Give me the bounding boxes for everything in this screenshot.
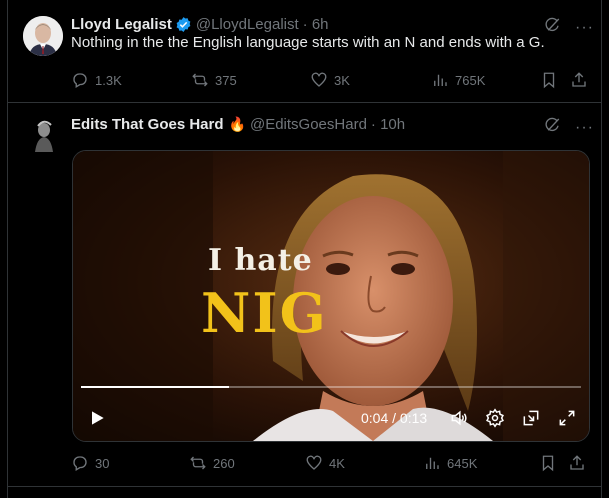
fire-emoji: 🔥: [228, 115, 246, 132]
volume-button[interactable]: [449, 408, 469, 428]
video-frame: [73, 151, 589, 441]
tweet-header: Lloyd Legalist @LloydLegalist · 6h: [71, 14, 329, 34]
settings-button[interactable]: [485, 408, 505, 428]
tweet-header: Edits That Goes Hard 🔥 @EditsGoesHard · …: [71, 114, 405, 134]
gear-icon: [486, 408, 504, 428]
reply-button[interactable]: 30: [71, 454, 109, 472]
author-handle[interactable]: @LloydLegalist: [196, 16, 299, 33]
repost-count: 375: [215, 72, 237, 88]
share-button[interactable]: [570, 71, 588, 89]
more-options-icon[interactable]: ···: [575, 119, 594, 135]
view-count: 765K: [455, 72, 486, 88]
expand-icon: [559, 410, 575, 426]
reply-icon: [73, 456, 87, 471]
share-button[interactable]: [568, 454, 586, 472]
avatar[interactable]: [23, 16, 63, 56]
like-button[interactable]: 3K: [310, 71, 350, 89]
repost-count: 260: [213, 455, 235, 471]
share-icon: [572, 72, 586, 87]
views-icon: [426, 457, 439, 469]
bookmark-button[interactable]: [540, 71, 558, 89]
bookmark-icon: [542, 455, 554, 472]
author-handle[interactable]: @EditsGoesHard: [250, 116, 367, 133]
repost-icon: [190, 456, 206, 470]
tweet-top-actions: ···: [543, 16, 594, 39]
video-progress-fill: [81, 386, 229, 388]
reply-button[interactable]: 1.3K: [71, 71, 122, 89]
tweet-actions: 1.3K 375 3K 765K: [71, 70, 594, 90]
heart-icon: [306, 455, 322, 470]
video-player[interactable]: I hate NIG 0:04 / 0:13: [72, 150, 590, 442]
reply-count: 30: [95, 455, 110, 471]
tweet-time[interactable]: · 10h: [371, 116, 405, 133]
like-count: 3K: [334, 72, 350, 88]
tweet-1[interactable]: Lloyd Legalist @LloydLegalist · 6h ··· N…: [8, 14, 602, 100]
pip-icon: [523, 410, 539, 426]
video-controls: 0:04 / 0:13: [73, 401, 589, 435]
play-button[interactable]: [87, 408, 107, 428]
tweet-divider: [8, 102, 602, 103]
views-button[interactable]: 765K: [431, 71, 485, 89]
bookmark-icon: [543, 72, 555, 89]
video-caption-line-2: NIG: [201, 281, 328, 345]
view-count: 645K: [447, 455, 478, 471]
views-icon: [434, 74, 447, 86]
video-time: 0:04 / 0:13: [361, 410, 428, 426]
video-caption-line-1: I hate: [208, 243, 313, 278]
reply-icon: [73, 73, 87, 88]
like-count: 4K: [329, 455, 345, 471]
repost-button[interactable]: 375: [191, 71, 237, 89]
repost-icon: [192, 73, 208, 87]
tweet-time[interactable]: · 6h: [303, 16, 329, 33]
tweet-divider: [8, 486, 602, 487]
views-button[interactable]: 645K: [423, 454, 477, 472]
bookmark-button[interactable]: [539, 454, 557, 472]
author-name[interactable]: Edits That Goes Hard: [71, 116, 224, 133]
share-icon: [570, 455, 584, 470]
volume-icon: [451, 410, 467, 426]
grok-icon[interactable]: [543, 116, 561, 139]
like-button[interactable]: 4K: [305, 454, 345, 472]
video-progress-bar[interactable]: [81, 386, 581, 388]
verified-badge-icon: [175, 16, 192, 33]
tweet-actions: 30 260 4K 645K: [71, 453, 594, 473]
fullscreen-button[interactable]: [557, 408, 577, 428]
avatar[interactable]: [23, 116, 63, 156]
grok-icon[interactable]: [543, 16, 561, 39]
play-icon: [92, 411, 104, 425]
tweet-top-actions: ···: [543, 116, 594, 139]
repost-button[interactable]: 260: [189, 454, 235, 472]
more-options-icon[interactable]: ···: [575, 19, 594, 35]
tweet-text: Nothing in the the English language star…: [71, 34, 545, 51]
author-name[interactable]: Lloyd Legalist: [71, 16, 172, 33]
reply-count: 1.3K: [95, 72, 122, 88]
heart-icon: [311, 72, 327, 87]
picture-in-picture-button[interactable]: [521, 408, 541, 428]
